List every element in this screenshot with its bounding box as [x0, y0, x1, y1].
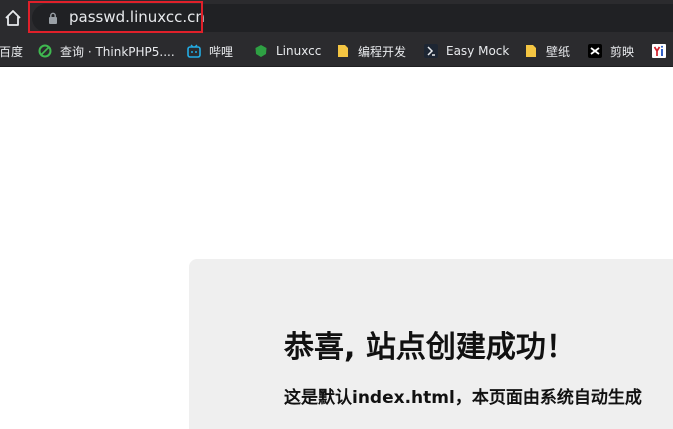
bilibili-tv-icon — [187, 44, 201, 58]
home-icon — [5, 10, 21, 26]
bookmark-yi[interactable] — [652, 42, 673, 60]
bookmark-label: 查询 · ThinkPHP5.... — [60, 44, 175, 59]
home-button[interactable] — [4, 9, 22, 27]
bookmark-label: Linuxcc — [276, 44, 322, 58]
bookmark-linuxcc[interactable]: Linuxcc — [254, 42, 321, 60]
bookmark-label: 百度 — [0, 44, 24, 59]
page-title: 恭喜, 站点创建成功！ — [284, 330, 576, 365]
green-leaf-icon — [38, 44, 52, 58]
bookmark-label: 剪映 — [610, 44, 635, 59]
bookmark-label: 编程开发 — [358, 44, 407, 59]
easy-mock-icon — [424, 44, 438, 58]
folder-icon — [338, 45, 348, 57]
url-highlight-box — [28, 1, 203, 33]
bookmark-folder-dev[interactable]: 编程开发 — [336, 42, 406, 60]
capcut-icon — [588, 44, 602, 58]
folder-icon — [526, 45, 536, 57]
bookmark-thinkphp[interactable]: 查询 · ThinkPHP5.... — [38, 42, 175, 60]
page-subtitle: 这是默认index.html，本页面由系统自动生成 — [284, 388, 642, 408]
bookmark-folder-wallpaper[interactable]: 壁纸 — [524, 42, 570, 60]
bookmarks-bar: 百度 查询 · ThinkPHP5.... 哔哩 Linuxcc 编程开发 Ea… — [0, 35, 673, 67]
bookmark-baidu[interactable]: 百度 — [0, 42, 23, 60]
bookmark-capcut[interactable]: 剪映 — [588, 42, 634, 60]
bookmark-label: 哔哩 — [209, 44, 234, 59]
yi-icon — [652, 44, 666, 58]
bookmark-label: Easy Mock — [446, 44, 510, 58]
browser-toolbar: passwd.linuxcc.cn — [0, 0, 673, 35]
bookmark-label: 壁纸 — [546, 44, 571, 59]
bookmark-bilibili[interactable]: 哔哩 — [187, 42, 233, 60]
bookmark-easy-mock[interactable]: Easy Mock — [424, 42, 509, 60]
green-shield-icon — [255, 45, 267, 57]
